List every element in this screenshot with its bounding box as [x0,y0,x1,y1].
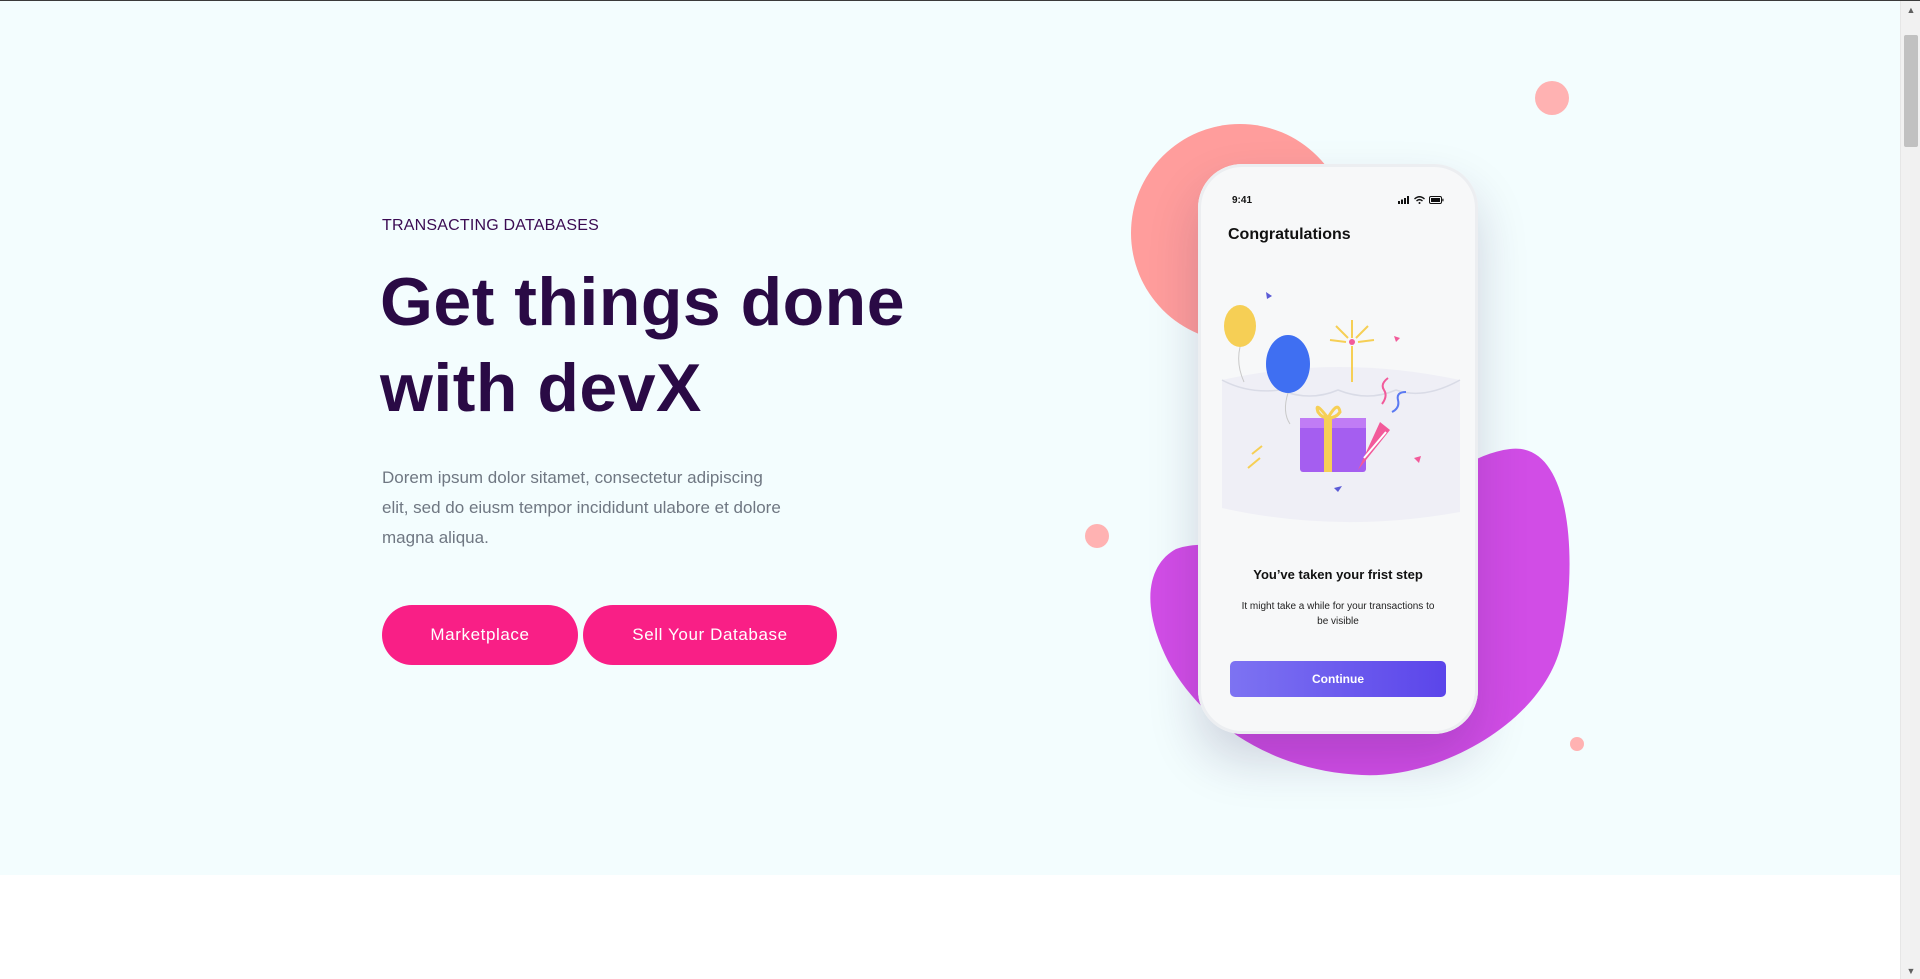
page-scrollbar[interactable]: ▲ ▼ [1900,1,1920,979]
page: TRANSACTING DATABASES Get things done wi… [0,0,1920,979]
wifi-icon [1414,196,1425,204]
phone-title: Congratulations [1228,226,1351,243]
phone-mockup: 9:41 Congratulations You’ve taken your f… [1198,164,1478,734]
marketplace-button[interactable]: Marketplace [382,605,578,665]
confetti [1266,292,1272,299]
status-time: 9:41 [1232,195,1253,206]
hero-headline: Get things done with devX [380,264,906,426]
balloon-yellow-icon [1224,305,1256,383]
pink-dot-top [1535,81,1569,115]
next-section [0,875,1900,979]
hero-lead-text: Dorem ipsum dolor sitamet, consectetur a… [382,468,781,547]
celebration-illustration [1221,292,1461,523]
scroll-up-arrow-icon[interactable]: ▲ [1905,5,1917,25]
status-icons [1398,196,1444,204]
phone-heading: You’ve taken your frist step [1253,567,1423,582]
sell-database-button[interactable]: Sell Your Database [583,605,837,665]
decorative-shapes [1085,81,1584,776]
battery-icon [1429,196,1444,204]
hero-section: TRANSACTING DATABASES Get things done wi… [0,1,1900,875]
phone-subtext: It might take a while for your transacti… [1241,601,1435,627]
signal-icon [1398,196,1409,204]
scroll-thumb[interactable] [1904,35,1918,147]
confetti [1394,336,1400,342]
pink-dot-small [1570,737,1584,751]
continue-button[interactable]: Continue [1230,661,1446,697]
scroll-down-arrow-icon[interactable]: ▼ [1905,962,1917,976]
hero-eyebrow: TRANSACTING DATABASES [382,217,599,234]
pink-dot-left [1085,524,1109,548]
